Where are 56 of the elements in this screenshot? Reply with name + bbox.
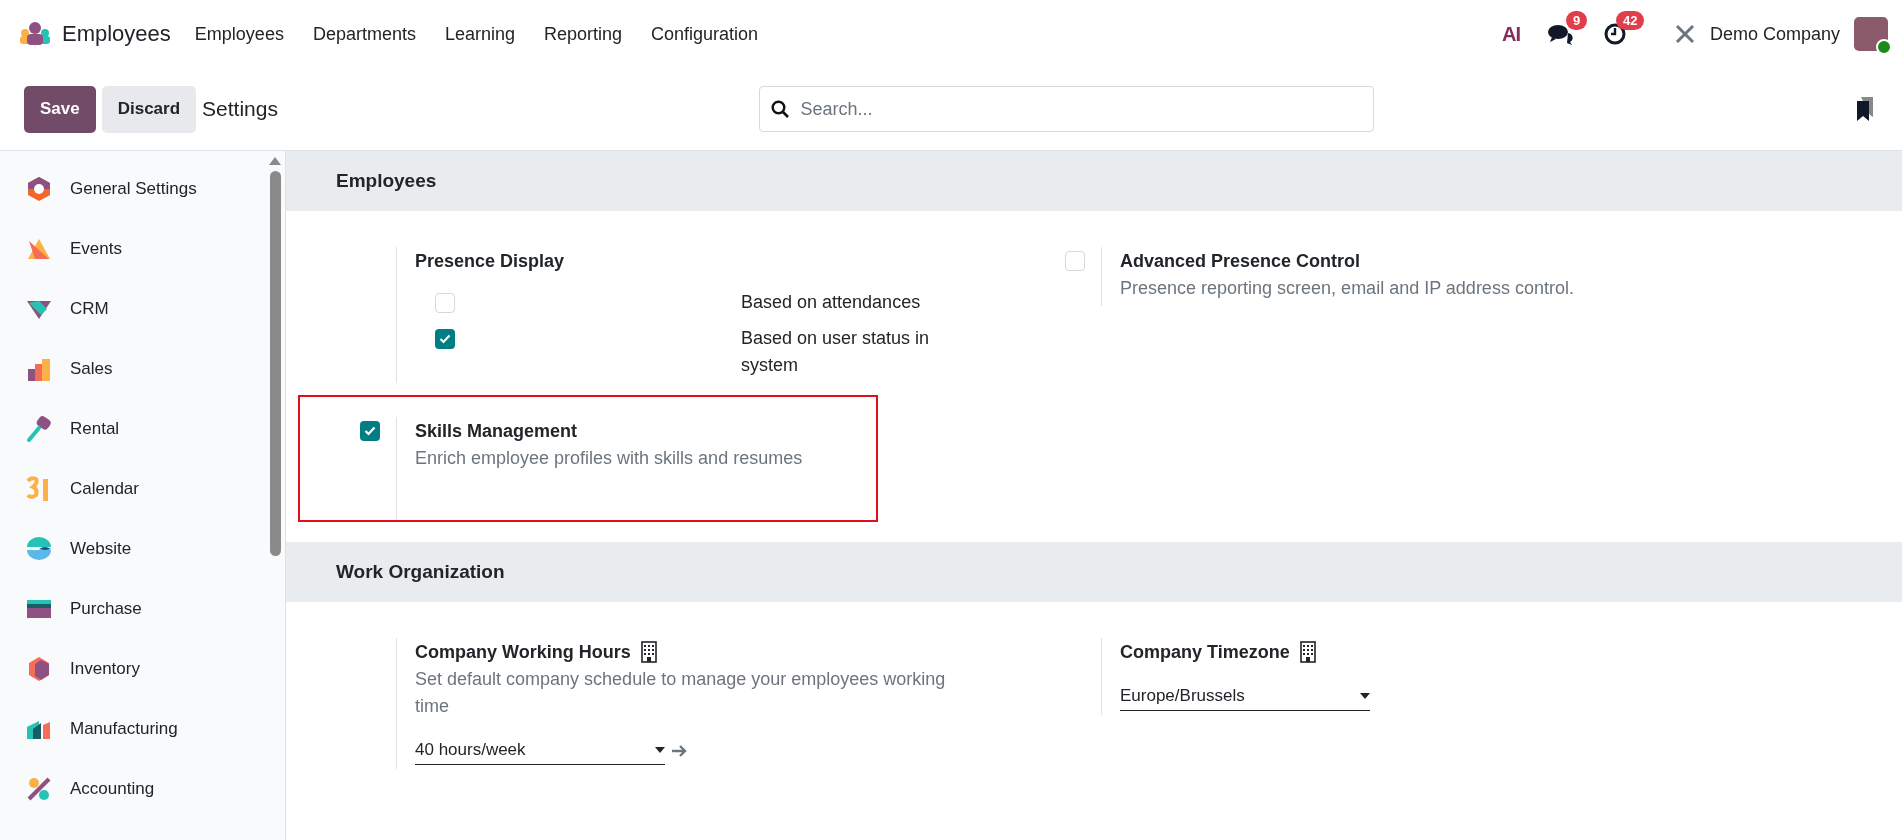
message-count-badge: 9 bbox=[1565, 11, 1588, 30]
sidebar-item[interactable]: Purchase bbox=[0, 579, 265, 639]
sidebar-item[interactable]: Website bbox=[0, 519, 265, 579]
save-button[interactable]: Save bbox=[24, 85, 96, 133]
sidebar-item[interactable]: Events bbox=[0, 219, 265, 279]
ai-logo[interactable]: AI bbox=[1501, 22, 1520, 46]
scroll-up-icon[interactable] bbox=[269, 157, 281, 165]
checkmark-icon bbox=[364, 426, 376, 436]
bookmark-icon[interactable] bbox=[1856, 96, 1874, 122]
company-switcher[interactable]: Demo Company bbox=[1709, 23, 1840, 45]
checkbox[interactable] bbox=[435, 293, 455, 313]
setting-title: Skills Management bbox=[415, 420, 578, 443]
checkbox[interactable] bbox=[435, 329, 455, 349]
setting-description: Enrich employee profiles with skills and resumes bbox=[415, 447, 803, 470]
app-name[interactable]: Employees bbox=[62, 21, 171, 47]
discard-button[interactable]: Discard bbox=[101, 85, 197, 133]
search-icon bbox=[771, 100, 790, 118]
checkbox[interactable] bbox=[1065, 251, 1085, 271]
menu-item[interactable]: Reporting bbox=[544, 23, 623, 45]
sidebar-item[interactable]: Inventory bbox=[0, 639, 265, 699]
select-field[interactable]: Europe/Brussels bbox=[1120, 682, 1370, 711]
setting-title: Company Working Hours bbox=[415, 641, 631, 664]
clock-icon[interactable] bbox=[1603, 23, 1626, 45]
caret-icon bbox=[655, 747, 665, 753]
sidebar-item[interactable]: Sales bbox=[0, 339, 265, 399]
checkbox[interactable] bbox=[360, 421, 380, 441]
menu-item[interactable]: Configuration bbox=[651, 23, 759, 45]
select-field[interactable]: 40 hours/week bbox=[415, 736, 665, 765]
sidebar-item[interactable]: General Settings bbox=[0, 159, 265, 219]
menu-item[interactable]: Employees bbox=[194, 23, 284, 45]
setting-title: Presence Display bbox=[415, 250, 565, 273]
caret-icon bbox=[1360, 693, 1370, 699]
chat-bubbles-icon[interactable] bbox=[1547, 23, 1574, 45]
option-label: Based on user status in system bbox=[741, 327, 931, 377]
sidebar-item[interactable]: Manufacturing bbox=[0, 699, 265, 759]
option-label: Based on attendances bbox=[741, 291, 922, 314]
checkmark-icon bbox=[439, 334, 451, 344]
arrow-right-icon[interactable] bbox=[671, 743, 688, 758]
sidebar-item[interactable]: Accounting bbox=[0, 759, 265, 819]
globe-waves-icon bbox=[24, 535, 54, 563]
setting-title: Company Timezone bbox=[1120, 641, 1290, 664]
section-header: Work Organization bbox=[286, 542, 1902, 602]
menu-item[interactable]: Departments bbox=[312, 23, 416, 45]
menu-item[interactable]: Learning bbox=[444, 23, 515, 45]
setting-description: Presence reporting screen, email and IP address control. bbox=[1120, 277, 1574, 300]
section-header: Employees bbox=[286, 151, 1902, 211]
activity-count-badge: 42 bbox=[1615, 11, 1645, 30]
setting-description: Set default company schedule to manage your employees working time bbox=[415, 668, 947, 718]
page-title: Settings bbox=[202, 97, 278, 121]
sidebar-item[interactable]: CRM bbox=[0, 279, 265, 339]
setting-title: Advanced Presence Control bbox=[1120, 250, 1361, 273]
sidebar-item[interactable]: Rental bbox=[0, 399, 265, 459]
avatar[interactable] bbox=[1854, 17, 1888, 51]
sidebar-item[interactable]: Calendar bbox=[0, 459, 265, 519]
people-icon[interactable] bbox=[20, 21, 50, 47]
search-field[interactable]: Search... bbox=[759, 86, 1375, 132]
